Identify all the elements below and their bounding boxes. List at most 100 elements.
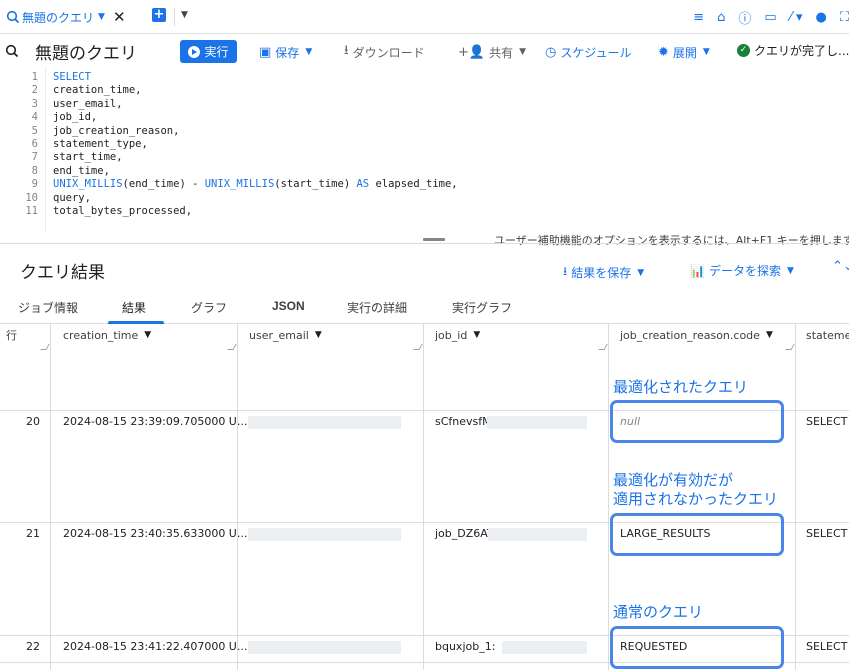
add-tab-icon[interactable]: +: [152, 8, 166, 22]
code-text[interactable]: statement_type,: [53, 138, 148, 151]
redacted-job-id: [487, 416, 587, 429]
query-status: ✓ クエリが完了し...: [737, 42, 849, 59]
save-button[interactable]: ▣ 保存 ▼: [259, 42, 312, 62]
code-text[interactable]: job_creation_reason,: [53, 125, 179, 138]
chevron-down-icon: ▼: [702, 47, 710, 57]
share-label: 共有: [489, 45, 514, 60]
home-icon[interactable]: ⌂: [717, 10, 725, 25]
code-text[interactable]: UNIX_MILLIS(end_time) - UNIX_MILLIS(star…: [53, 178, 458, 191]
resize-handle[interactable]: [423, 238, 445, 241]
cell-job-id[interactable]: sCfnevsfM: [435, 411, 492, 433]
tab-results[interactable]: 結果: [122, 299, 146, 316]
status-text: クエリが完了し...: [754, 44, 849, 58]
tab-json[interactable]: JSON: [272, 299, 305, 313]
column-header-creation-time[interactable]: creation_time ▼: [63, 324, 151, 346]
info-icon[interactable]: ⓘ: [738, 8, 751, 27]
magic-wand-icon[interactable]: ⁄ ▾: [790, 10, 803, 25]
chevron-down-icon[interactable]: ▼: [766, 330, 773, 340]
cell-job-id[interactable]: job_DZ6AT: [435, 523, 494, 545]
column-header-label: creation_time: [63, 328, 139, 342]
list-icon[interactable]: ≡: [693, 10, 704, 25]
column-header-job-creation-reason[interactable]: job_creation_reason.code ▼: [620, 324, 773, 346]
fullscreen-icon[interactable]: ⛶: [840, 10, 849, 25]
cell-statement-type[interactable]: SELECT: [806, 411, 847, 433]
row-number: 22: [26, 640, 40, 653]
save-results-button[interactable]: ⭳ 結果を保存 ▼: [563, 262, 644, 283]
redacted-job-id: [488, 528, 587, 541]
cell-statement-type[interactable]: SELECT: [806, 523, 847, 545]
tab-execution-details[interactable]: 実行の詳細: [347, 299, 407, 316]
run-button[interactable]: 実行: [180, 40, 237, 63]
column-header-job-id[interactable]: job_id ▼: [435, 324, 480, 346]
cell-statement-type[interactable]: SELECT: [806, 636, 847, 658]
chevron-down-icon[interactable]: ▼: [473, 330, 480, 340]
redacted-job-id: [502, 641, 587, 654]
top-right-icons: ≡ ⌂ ⓘ ▭ ⁄ ▾ ● ⛶: [680, 6, 849, 28]
row-number: 21: [26, 527, 40, 540]
column-resize-handle[interactable]: [40, 344, 50, 350]
close-icon[interactable]: ✕: [113, 8, 126, 26]
download-button[interactable]: ⭳ ダウンロード: [344, 42, 425, 62]
cell-creation-time[interactable]: 2024-08-15 23:40:35.633000 U...: [63, 523, 247, 545]
column-header-user-email[interactable]: user_email ▼: [249, 324, 322, 346]
chevron-down-icon[interactable]: ▼: [315, 330, 322, 340]
tab-label: 無題のクエリ: [22, 10, 95, 25]
annotation-not-applied-1: 最適化が有効だが: [613, 471, 734, 489]
annotation-not-applied-2: 適用されなかったクエリ: [613, 490, 779, 508]
cell-creation-time[interactable]: 2024-08-15 23:39:09.705000 U...: [63, 411, 247, 433]
add-person-icon: +👤: [458, 44, 486, 60]
column-header-row: 行: [6, 329, 17, 342]
lightbulb-icon[interactable]: ●: [816, 10, 827, 25]
explore-data-button[interactable]: 📊 データを探索 ▼: [690, 262, 794, 279]
column-divider: [237, 324, 238, 670]
highlight-box: [610, 400, 784, 443]
chevron-down-icon[interactable]: ▼: [144, 330, 151, 340]
code-text[interactable]: total_bytes_processed,: [53, 205, 192, 218]
accessibility-hint: ユーザー補助機能のオプションを表示するには、Alt+F1 キーを押します: [494, 234, 849, 247]
cell-creation-time[interactable]: 2024-08-15 23:41:22.407000 U...: [63, 636, 247, 658]
cell-job-id[interactable]: bquxjob_1:: [435, 636, 495, 658]
run-label: 実行: [204, 45, 229, 59]
tab-strip: 無題のクエリ ▼ ✕ + ▼ ≡ ⌂ ⓘ ▭ ⁄ ▾ ● ⛶: [0, 0, 849, 34]
tab-job-info[interactable]: ジョブ情報: [18, 299, 78, 316]
column-resize-handle[interactable]: [413, 344, 423, 350]
chevron-down-icon[interactable]: ▼: [98, 12, 105, 22]
line-number: 10: [25, 191, 38, 204]
line-number: 9: [31, 178, 38, 191]
line-number: 4: [31, 111, 38, 124]
highlight-box: [610, 513, 784, 556]
schedule-button[interactable]: ◷ スケジュール: [545, 42, 632, 62]
code-text[interactable]: creation_time,: [53, 84, 142, 97]
line-number: 2: [31, 84, 38, 97]
redacted-email: [248, 528, 401, 541]
chevron-down-icon: ▼: [305, 47, 313, 57]
highlight-box: [610, 626, 784, 669]
redacted-email: [248, 416, 401, 429]
line-number: 8: [31, 164, 38, 177]
clock-icon: ◷: [545, 44, 557, 60]
share-button[interactable]: +👤 共有 ▼: [458, 42, 526, 62]
column-resize-handle[interactable]: [598, 344, 608, 350]
play-icon: [188, 45, 201, 58]
divider: [0, 243, 849, 244]
query-icon: [6, 10, 20, 24]
code-text[interactable]: job_id,: [53, 111, 97, 124]
code-text[interactable]: start_time,: [53, 151, 123, 164]
expand-collapse-icon[interactable]: ⌃⌄: [832, 259, 849, 274]
column-resize-handle[interactable]: [227, 344, 237, 350]
code-text[interactable]: user_email,: [53, 98, 123, 111]
tab-execution-graph[interactable]: 実行グラフ: [452, 299, 512, 316]
column-resize-handle[interactable]: [785, 344, 795, 350]
chevron-down-icon[interactable]: ▼: [181, 10, 188, 20]
sql-editor[interactable]: 1 SELECT 2 creation_time, 3 user_email, 4 job_i…: [0, 68, 849, 232]
gear-icon: ✹: [658, 44, 669, 60]
code-text[interactable]: query,: [53, 192, 91, 205]
tab-chart[interactable]: グラフ: [191, 299, 227, 316]
tab-untitled-query[interactable]: 無題のクエリ ▼ ✕: [6, 6, 126, 28]
keyboard-icon[interactable]: ▭: [764, 10, 776, 25]
code-text[interactable]: end_time,: [53, 165, 110, 178]
column-header-statement-type[interactable]: stateme: [806, 324, 849, 346]
deploy-button[interactable]: ✹ 展開 ▼: [658, 42, 710, 62]
column-divider: [423, 324, 424, 670]
code-text[interactable]: SELECT: [53, 71, 91, 84]
